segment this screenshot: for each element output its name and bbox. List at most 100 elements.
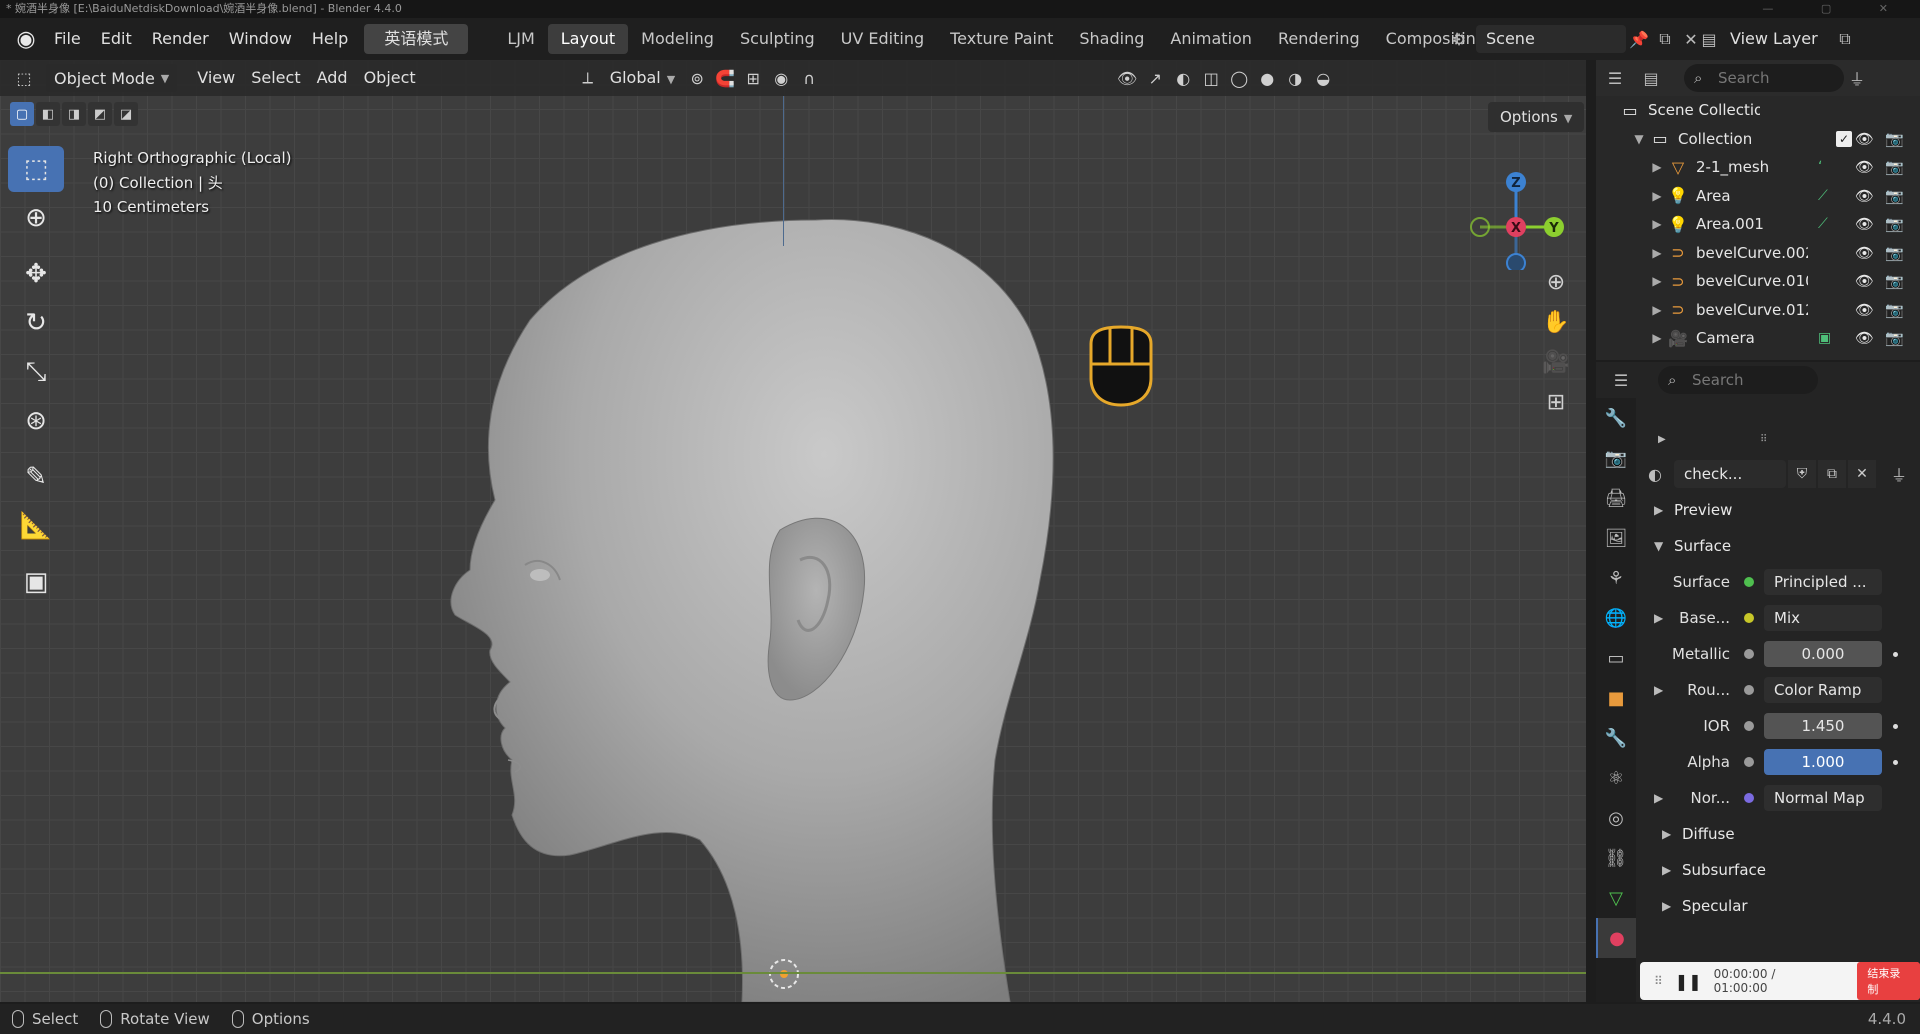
options-dropdown[interactable]: Options ▼ (1488, 102, 1585, 132)
window-controls[interactable]: — ▢ ✕ (1762, 0, 1910, 18)
snap-icon[interactable]: 🧲 (711, 64, 739, 92)
tab-shading[interactable]: Shading (1066, 24, 1157, 54)
unlink-material-icon[interactable]: ✕ (1848, 460, 1876, 488)
scene-collection-row[interactable]: ▭ Scene Collection (1596, 96, 1920, 125)
outliner-item[interactable]: ▶ ▽ 2-1_mesh ʻ 👁 📷 (1596, 153, 1920, 182)
select-intersect-icon[interactable]: ◪ (114, 102, 138, 126)
normal-field[interactable]: Normal Map (1764, 785, 1882, 811)
specular-section[interactable]: ▶ Specular (1640, 888, 1920, 924)
measure-tool-icon[interactable]: 📐 (8, 503, 64, 549)
tab-ljm[interactable]: LJM (494, 24, 547, 54)
select-extend-icon[interactable]: ◧ (36, 102, 60, 126)
world-tab-icon[interactable]: 🌐 (1596, 598, 1636, 638)
eye-icon[interactable]: 👁 (1855, 130, 1874, 148)
proportional-edit-icon[interactable]: ◉ (767, 64, 795, 92)
chevron-right-icon[interactable]: ▶ (1648, 160, 1666, 174)
constraints-tab-icon[interactable]: ⛓ (1596, 838, 1636, 878)
camera-view-icon[interactable]: 🎥 (1538, 342, 1574, 382)
eye-icon[interactable]: 👁 (1855, 329, 1874, 347)
tab-animation[interactable]: Animation (1157, 24, 1265, 54)
wireframe-shading-icon[interactable]: ◯ (1225, 64, 1253, 92)
navigation-gizmo[interactable]: Z Y X (1450, 140, 1582, 270)
transform-tool-icon[interactable]: ⊛ (8, 398, 64, 444)
properties-search-input[interactable]: ⌕ Search (1658, 366, 1818, 394)
visibility-icon[interactable]: 👁 (1113, 64, 1141, 92)
tab-rendering[interactable]: Rendering (1265, 24, 1373, 54)
view-layer-icon[interactable]: ▤ (1696, 26, 1722, 52)
scale-tool-icon[interactable]: ⤡ (8, 349, 64, 395)
render-camera-icon[interactable]: 📷 (1885, 244, 1904, 262)
roughness-field[interactable]: Color Ramp (1764, 677, 1882, 703)
render-camera-icon[interactable]: 📷 (1885, 272, 1904, 290)
duplicate-material-icon[interactable]: ⧉ (1818, 460, 1846, 488)
eye-icon[interactable]: 👁 (1855, 301, 1874, 319)
mode-dropdown[interactable]: Object Mode ▼ (46, 64, 178, 92)
transform-orientation-icon[interactable]: ⟂ (574, 64, 602, 92)
tab-modeling[interactable]: Modeling (628, 24, 727, 54)
scene-tab-icon[interactable]: ⚘ (1596, 558, 1636, 598)
material-shading-icon[interactable]: ◑ (1281, 64, 1309, 92)
tab-uv-editing[interactable]: UV Editing (828, 24, 937, 54)
preview-section[interactable]: ▶ Preview (1640, 492, 1920, 528)
drag-grip-icon[interactable]: ⠿ (1654, 974, 1663, 988)
eye-icon[interactable]: 👁 (1855, 215, 1874, 233)
eye-icon[interactable]: 👁 (1855, 272, 1874, 290)
rotate-tool-icon[interactable]: ↻ (8, 300, 64, 346)
chevron-right-icon[interactable]: ▶ (1648, 246, 1666, 260)
material-filter-icon[interactable]: ⏚ (1886, 461, 1912, 487)
pivot-icon[interactable]: ⊚ (683, 64, 711, 92)
chevron-right-icon[interactable]: ▶ (1654, 791, 1663, 805)
display-mode-icon[interactable]: ▤ (1638, 65, 1664, 91)
fake-user-icon[interactable]: ⛨ (1788, 460, 1816, 488)
ortho-grid-icon[interactable]: ⊞ (1538, 382, 1574, 422)
chevron-right-icon[interactable]: ▶ (1648, 331, 1666, 345)
view-layer-name-field[interactable]: View Layer (1722, 25, 1832, 53)
chevron-right-icon[interactable]: ▶ (1648, 274, 1666, 288)
move-tool-icon[interactable]: ✥ (8, 251, 64, 297)
outliner-item[interactable]: ▶ 🎥 Camera ▣ 👁 📷 (1596, 324, 1920, 353)
render-camera-icon[interactable]: 📷 (1885, 329, 1904, 347)
keyframe-dot-icon[interactable] (1893, 759, 1898, 765)
chevron-down-icon[interactable]: ▼ (1630, 132, 1648, 146)
stop-recording-button[interactable]: 结束录制 (1857, 962, 1920, 1000)
tab-texture-paint[interactable]: Texture Paint (937, 24, 1066, 54)
tab-sculpting[interactable]: Sculpting (727, 24, 828, 54)
chevron-right-icon[interactable]: ▶ (1654, 611, 1663, 625)
particles-tab-icon[interactable]: ⚛ (1596, 758, 1636, 798)
cursor-tool-icon[interactable]: ⊕ (8, 195, 64, 241)
outliner-item[interactable]: ▶ ⊃ bevelCurve.002 👁 📷 (1596, 239, 1920, 268)
menu-window[interactable]: Window (219, 24, 302, 54)
scene-icon[interactable]: ⚙ (1446, 26, 1472, 52)
drag-handle-icon[interactable]: ⠿ (1760, 434, 1767, 445)
outliner-editor-type-icon[interactable]: ☰ (1602, 65, 1628, 91)
chevron-right-icon[interactable]: ▶ (1654, 683, 1663, 697)
viewport-menu-select[interactable]: Select (243, 64, 308, 92)
surface-section[interactable]: ▼ Surface (1640, 528, 1920, 564)
select-new-icon[interactable]: ▢ (10, 102, 34, 126)
menu-file[interactable]: File (44, 24, 91, 54)
metallic-field[interactable]: 0.000 (1764, 641, 1882, 667)
filter-icon[interactable]: ⏚ (1844, 65, 1870, 91)
output-tab-icon[interactable]: 🖨 (1596, 478, 1636, 518)
menu-render[interactable]: Render (142, 24, 219, 54)
language-mode-button[interactable]: 英语模式 (364, 24, 469, 54)
material-name-field[interactable]: check... (1674, 460, 1786, 488)
chevron-right-icon[interactable]: ▶ (1648, 189, 1666, 203)
chevron-right-icon[interactable]: ▶ (1648, 303, 1666, 317)
outliner-item[interactable]: ▶ 💡 Area.001 ⟋ 👁 📷 (1596, 210, 1920, 239)
outliner-item[interactable]: ▶ ⊃ bevelCurve.012 👁 📷 (1596, 296, 1920, 325)
render-camera-icon[interactable]: 📷 (1885, 187, 1904, 205)
object-tab-icon[interactable]: ■ (1596, 678, 1636, 718)
new-scene-icon[interactable]: ⧉ (1652, 26, 1678, 52)
tab-layout[interactable]: Layout (547, 24, 629, 54)
material-tab-icon[interactable]: ● (1596, 918, 1636, 958)
physics-tab-icon[interactable]: ◎ (1596, 798, 1636, 838)
outliner-search-input[interactable]: ⌕ Search (1684, 64, 1844, 92)
render-camera-icon[interactable]: 📷 (1885, 215, 1904, 233)
overlay-toggle-icon[interactable]: ◐ (1169, 64, 1197, 92)
modifier-tab-icon[interactable]: 🔧 (1596, 718, 1636, 758)
data-tab-icon[interactable]: ▽ (1596, 878, 1636, 918)
diffuse-section[interactable]: ▶ Diffuse (1640, 816, 1920, 852)
outliner-item[interactable]: ▶ 💡 Area ⟋ 👁 📷 (1596, 182, 1920, 211)
add-cube-tool-icon[interactable]: ▣ (8, 559, 64, 605)
